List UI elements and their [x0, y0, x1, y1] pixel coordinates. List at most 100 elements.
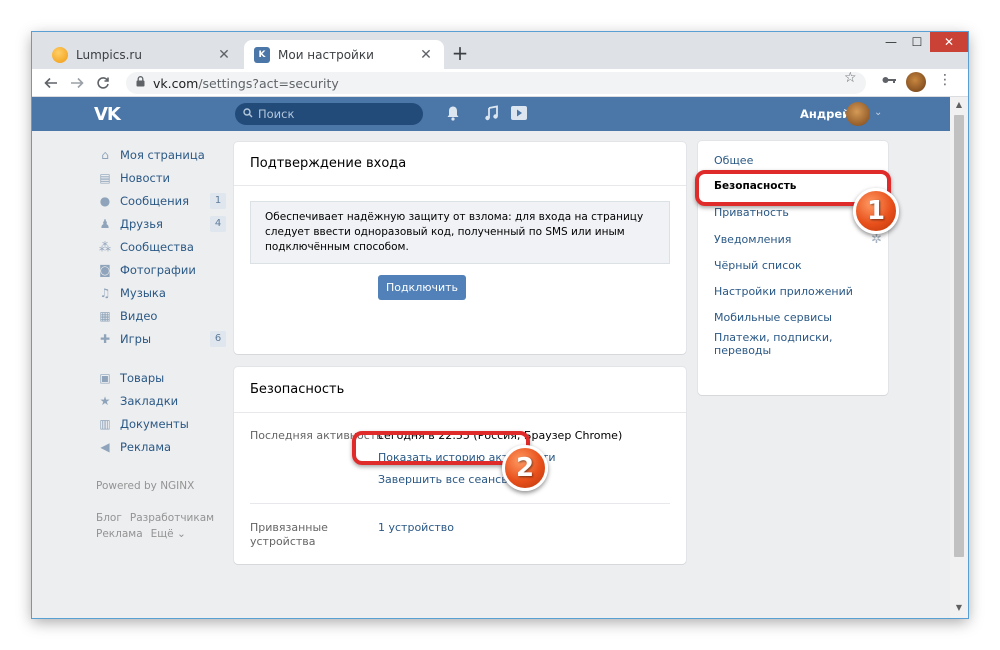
settings-item-notifications[interactable]: Уведомления ✲	[698, 226, 888, 252]
settings-item-apps[interactable]: Настройки приложений	[698, 278, 888, 304]
sidebar-item-news[interactable]: ▤ Новости	[96, 166, 226, 189]
play-icon[interactable]	[510, 105, 528, 125]
footer-link-more[interactable]: Ещё	[151, 528, 174, 540]
sidebar-item-video[interactable]: ▦ Видео	[96, 304, 226, 327]
sidebar-item-label: Закладки	[120, 393, 179, 408]
count-badge: 1	[210, 193, 226, 209]
search-placeholder: Поиск	[258, 107, 295, 121]
sidebar-item-goods[interactable]: ▣ Товары	[96, 366, 226, 389]
close-window-button[interactable]: ✕	[930, 32, 968, 52]
new-tab-button[interactable]: +	[450, 43, 470, 64]
divider	[250, 503, 670, 504]
settings-item-blacklist[interactable]: Чёрный список	[698, 252, 888, 278]
vk-header: VK Поиск Андрей ⌄	[32, 97, 950, 131]
vk-favicon-icon: K	[254, 46, 270, 63]
tab-lumpics[interactable]: Lumpics.ru ✕	[42, 40, 242, 69]
scroll-down-icon[interactable]: ▼	[950, 600, 968, 616]
settings-item-payments[interactable]: Платежи, подписки, переводы	[698, 331, 888, 357]
browser-window: Lumpics.ru ✕ K Мои настройки ✕ + — ☐ ✕ v…	[32, 32, 968, 618]
reload-button[interactable]	[90, 70, 116, 96]
footer-link-blog[interactable]: Блог	[96, 512, 122, 524]
scrollbar[interactable]: ▲ ▼	[950, 97, 968, 618]
minimize-button[interactable]: —	[878, 32, 904, 52]
scroll-up-icon[interactable]: ▲	[950, 97, 968, 113]
bookmarks-icon: ★	[99, 393, 111, 408]
settings-item-mobile[interactable]: Мобильные сервисы	[698, 305, 888, 331]
vk-logo[interactable]: VK	[94, 104, 121, 125]
key-button[interactable]	[882, 75, 896, 85]
sidebar-item-ads[interactable]: ◀ Реклама	[96, 435, 226, 458]
footer-link-developers[interactable]: Разработчикам	[130, 512, 214, 524]
sidebar-item-photos[interactable]: ◙ Фотографии	[96, 258, 226, 281]
menu-separator	[96, 350, 226, 366]
key-icon	[882, 77, 896, 83]
lumpics-favicon-icon	[52, 46, 68, 63]
search-input[interactable]: Поиск	[235, 103, 423, 125]
music-icon[interactable]	[484, 105, 498, 125]
chevron-down-icon[interactable]: ⌄	[874, 107, 882, 118]
goods-icon: ▣	[99, 370, 111, 385]
card-title: Безопасность	[234, 367, 686, 413]
back-button[interactable]	[38, 70, 64, 96]
sidebar-item-music[interactable]: ♫ Музыка	[96, 281, 226, 304]
powered-by[interactable]: Powered by NGINX	[96, 478, 226, 494]
browser-toolbar: vk.com/settings?act=security ☆ ⋮	[32, 69, 968, 97]
friends-icon: ♟	[99, 216, 111, 231]
sidebar-item-label: Друзья	[120, 216, 163, 231]
footer-links: Реклама Ещё ⌄	[96, 526, 226, 542]
settings-item-label: Уведомления	[714, 232, 792, 246]
sidebar-item-my-page[interactable]: ⌂ Моя страница	[96, 143, 226, 166]
games-icon: ✚	[99, 331, 111, 346]
sidebar-item-friends[interactable]: ♟ Друзья 4	[96, 212, 226, 235]
reload-icon	[97, 76, 109, 89]
arrow-left-icon	[44, 77, 57, 88]
profile-avatar-button[interactable]	[906, 72, 926, 92]
login-confirm-card: Подтверждение входа Обеспечивает надёжну…	[234, 142, 686, 354]
footer-links: Блог Разработчикам	[96, 510, 226, 526]
menu-separator	[96, 458, 226, 478]
lock-icon	[136, 76, 145, 90]
sidebar-item-documents[interactable]: ▥ Документы	[96, 412, 226, 435]
sidebar-item-label: Игры	[120, 331, 152, 346]
music-icon: ♫	[99, 285, 111, 300]
sidebar-item-label: Новости	[120, 170, 170, 185]
ads-icon: ◀	[100, 439, 110, 454]
arrow-right-icon	[71, 77, 84, 88]
tab-settings[interactable]: K Мои настройки ✕	[244, 40, 444, 69]
sidebar-item-games[interactable]: ✚ Игры 6	[96, 327, 226, 350]
sidebar-item-label: Документы	[120, 416, 189, 431]
tab-close-icon[interactable]: ✕	[418, 47, 434, 63]
scroll-thumb[interactable]	[954, 115, 964, 557]
sidebar-item-label: Моя страница	[120, 147, 205, 162]
url-path: /settings?act=security	[198, 75, 339, 91]
tab-strip: Lumpics.ru ✕ K Мои настройки ✕ + — ☐ ✕	[32, 32, 968, 69]
tab-label: Lumpics.ru	[76, 47, 142, 62]
url-host: vk.com	[153, 75, 199, 91]
search-icon	[243, 107, 253, 121]
footer-link-ads[interactable]: Реклама	[96, 528, 143, 540]
card-title: Подтверждение входа	[234, 142, 686, 186]
devices-link[interactable]: 1 устройство	[378, 521, 454, 534]
count-badge: 6	[210, 331, 226, 347]
sidebar-item-communities[interactable]: ⁂ Сообщества	[96, 235, 226, 258]
avatar[interactable]	[846, 102, 870, 126]
news-icon: ▤	[99, 170, 111, 185]
bell-icon[interactable]	[446, 105, 460, 125]
maximize-button[interactable]: ☐	[904, 32, 930, 52]
forward-button[interactable]	[64, 70, 90, 96]
menu-dots-icon[interactable]: ⋮	[938, 72, 952, 88]
tab-close-icon[interactable]: ✕	[216, 47, 232, 63]
left-menu: ⌂ Моя страница ▤ Новости ● Сообщения 1 ♟ Дру…	[96, 143, 226, 542]
menu-separator	[96, 494, 226, 510]
connect-button[interactable]: Подключить	[378, 275, 466, 300]
end-sessions-link[interactable]: Завершить все сеансы	[378, 473, 510, 486]
sidebar-item-messages[interactable]: ● Сообщения 1	[96, 189, 226, 212]
sidebar-item-label: Фотографии	[120, 262, 196, 277]
sidebar-item-bookmarks[interactable]: ★ Закладки	[96, 389, 226, 412]
sidebar-item-label: Сообщества	[120, 239, 194, 254]
sidebar-item-label: Реклама	[120, 439, 172, 454]
star-icon: ☆	[844, 70, 857, 86]
bookmark-star-button[interactable]: ☆	[844, 70, 857, 86]
address-bar[interactable]: vk.com/settings?act=security	[126, 72, 866, 94]
user-name[interactable]: Андрей	[800, 107, 850, 121]
